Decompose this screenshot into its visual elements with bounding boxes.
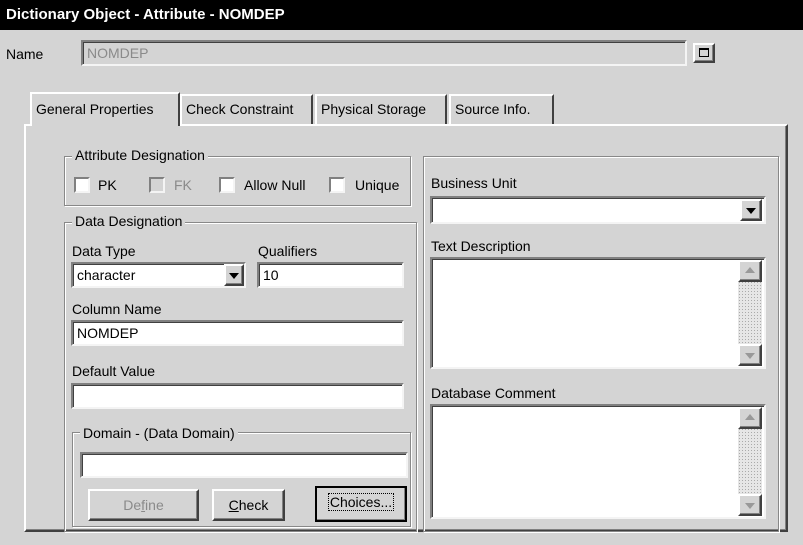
scroll-down-arrow-icon — [745, 503, 755, 509]
database-comment-area[interactable] — [430, 404, 766, 519]
qualifiers-label: Qualifiers — [258, 243, 318, 259]
business-unit-select[interactable] — [430, 196, 766, 224]
scroll-down-arrow-icon — [745, 353, 755, 359]
choices-button[interactable]: Choices... — [315, 486, 407, 522]
database-comment-scroll-down[interactable] — [738, 494, 762, 516]
unique-checkbox[interactable] — [329, 177, 345, 193]
pk-checkbox[interactable] — [74, 177, 90, 193]
business-unit-dropdown-button[interactable] — [740, 199, 762, 221]
data-type-dropdown-button[interactable] — [224, 264, 244, 286]
data-type-value: character — [77, 267, 136, 283]
name-expand-button[interactable] — [693, 43, 715, 63]
data-designation-legend: Data Designation — [72, 213, 186, 229]
check-button[interactable]: Check — [212, 489, 285, 521]
text-description-label: Text Description — [431, 238, 531, 254]
business-unit-label: Business Unit — [431, 175, 517, 191]
window-title: Dictionary Object - Attribute - NOMDEP — [0, 0, 803, 30]
allow-null-checkbox[interactable] — [219, 177, 235, 193]
maximize-square-icon — [699, 48, 709, 57]
fk-label: FK — [174, 177, 192, 193]
scroll-up-arrow-icon — [745, 267, 755, 273]
pk-label: PK — [98, 177, 117, 193]
unique-label: Unique — [355, 177, 400, 193]
text-description-scroll-up[interactable] — [738, 260, 762, 282]
qualifiers-field[interactable]: 10 — [257, 262, 404, 288]
scroll-up-arrow-icon — [745, 414, 755, 420]
data-type-select[interactable]: character — [71, 262, 246, 288]
chevron-down-icon — [746, 208, 756, 214]
domain-legend: Domain - (Data Domain) — [80, 425, 238, 441]
database-comment-label: Database Comment — [431, 385, 556, 401]
tab-source-info[interactable]: Source Info. — [449, 94, 554, 124]
default-value-field[interactable] — [71, 383, 404, 409]
attribute-designation-legend: Attribute Designation — [72, 147, 208, 163]
domain-field[interactable] — [80, 452, 408, 478]
chevron-down-icon — [229, 273, 239, 279]
define-button: Define — [88, 489, 199, 521]
fk-checkbox — [149, 177, 165, 193]
tab-check-constraint[interactable]: Check Constraint — [180, 94, 313, 124]
allow-null-label: Allow Null — [244, 177, 306, 193]
name-label: Name — [6, 46, 44, 62]
column-name-label: Column Name — [72, 301, 162, 317]
data-type-label: Data Type — [72, 243, 136, 259]
database-comment-scroll-up[interactable] — [738, 407, 762, 429]
column-name-field[interactable]: NOMDEP — [71, 320, 404, 346]
choices-label: Choices... — [327, 493, 395, 511]
text-description-scroll-down[interactable] — [738, 344, 762, 366]
tab-physical-storage[interactable]: Physical Storage — [315, 94, 447, 124]
name-field[interactable]: NOMDEP — [81, 40, 687, 66]
text-description-area[interactable] — [430, 257, 766, 369]
default-value-label: Default Value — [72, 363, 156, 379]
tab-general-properties[interactable]: General Properties — [30, 92, 180, 126]
